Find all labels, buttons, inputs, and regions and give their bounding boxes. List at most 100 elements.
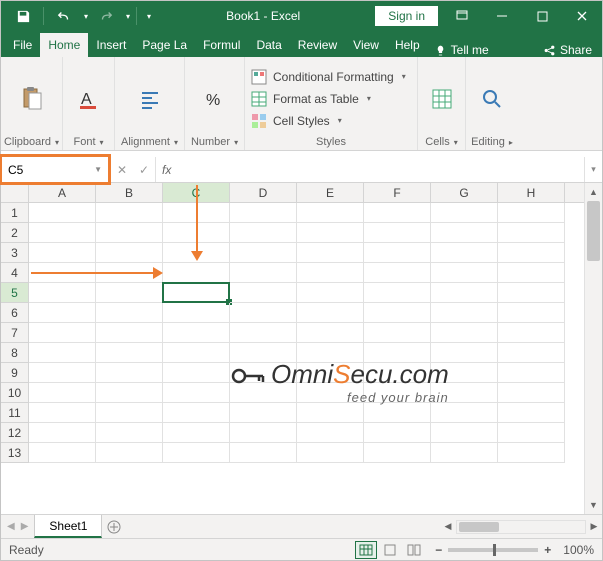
cell[interactable] bbox=[163, 283, 230, 303]
cell[interactable] bbox=[96, 403, 163, 423]
name-box-input[interactable] bbox=[8, 163, 78, 177]
cell[interactable] bbox=[498, 363, 565, 383]
row-header[interactable]: 5 bbox=[1, 283, 29, 303]
row-header[interactable]: 10 bbox=[1, 383, 29, 403]
cell[interactable] bbox=[498, 443, 565, 463]
cell[interactable] bbox=[498, 343, 565, 363]
column-header[interactable]: E bbox=[297, 183, 364, 202]
cell[interactable] bbox=[96, 323, 163, 343]
alignment-button[interactable] bbox=[133, 84, 167, 114]
cell[interactable] bbox=[364, 303, 431, 323]
cell[interactable] bbox=[29, 443, 96, 463]
number-button[interactable]: % bbox=[198, 84, 232, 114]
vertical-scrollbar[interactable]: ▲ ▼ bbox=[584, 183, 602, 514]
font-button[interactable]: A bbox=[72, 84, 106, 114]
cell[interactable] bbox=[498, 223, 565, 243]
sign-in-button[interactable]: Sign in bbox=[375, 6, 438, 26]
ribbon-options-icon[interactable] bbox=[442, 1, 482, 31]
cell[interactable] bbox=[431, 443, 498, 463]
cell[interactable] bbox=[364, 263, 431, 283]
cell[interactable] bbox=[297, 203, 364, 223]
cancel-formula-icon[interactable]: ✕ bbox=[111, 163, 133, 177]
cell[interactable] bbox=[230, 223, 297, 243]
maximize-icon[interactable] bbox=[522, 1, 562, 31]
page-layout-view-icon[interactable] bbox=[379, 541, 401, 559]
tell-me-search[interactable]: Tell me bbox=[428, 43, 495, 57]
cell[interactable] bbox=[163, 443, 230, 463]
row-header[interactable]: 8 bbox=[1, 343, 29, 363]
cell[interactable] bbox=[431, 303, 498, 323]
cell[interactable] bbox=[498, 423, 565, 443]
minimize-icon[interactable] bbox=[482, 1, 522, 31]
cell[interactable] bbox=[364, 423, 431, 443]
row-header[interactable]: 1 bbox=[1, 203, 29, 223]
column-header[interactable]: A bbox=[29, 183, 96, 202]
scroll-down-icon[interactable]: ▼ bbox=[585, 496, 602, 514]
tab-data[interactable]: Data bbox=[248, 33, 289, 57]
paste-button[interactable] bbox=[15, 84, 49, 114]
cell[interactable] bbox=[163, 403, 230, 423]
cell[interactable] bbox=[230, 403, 297, 423]
row-header[interactable]: 2 bbox=[1, 223, 29, 243]
conditional-formatting-button[interactable]: Conditional Formatting▾ bbox=[251, 67, 406, 87]
cell[interactable] bbox=[364, 243, 431, 263]
cell[interactable] bbox=[498, 323, 565, 343]
hscroll-thumb[interactable] bbox=[459, 522, 499, 532]
tab-home[interactable]: Home bbox=[40, 33, 88, 57]
format-as-table-button[interactable]: Format as Table▾ bbox=[251, 89, 371, 109]
cell[interactable] bbox=[297, 403, 364, 423]
cell[interactable] bbox=[230, 303, 297, 323]
tab-help[interactable]: Help bbox=[387, 33, 428, 57]
cell[interactable] bbox=[431, 403, 498, 423]
cell[interactable] bbox=[230, 243, 297, 263]
column-header[interactable]: H bbox=[498, 183, 565, 202]
select-all-corner[interactable] bbox=[1, 183, 29, 202]
cell[interactable] bbox=[29, 343, 96, 363]
cell[interactable] bbox=[431, 423, 498, 443]
redo-icon[interactable] bbox=[92, 2, 120, 30]
cell[interactable] bbox=[163, 303, 230, 323]
zoom-in-button[interactable]: + bbox=[544, 543, 551, 557]
cell[interactable] bbox=[96, 223, 163, 243]
row-header[interactable]: 6 bbox=[1, 303, 29, 323]
tab-view[interactable]: View bbox=[345, 33, 387, 57]
cell[interactable] bbox=[29, 303, 96, 323]
cell[interactable] bbox=[29, 203, 96, 223]
cell[interactable] bbox=[364, 403, 431, 423]
cell[interactable] bbox=[230, 203, 297, 223]
hscroll-right-icon[interactable]: ▶ bbox=[586, 518, 602, 536]
tab-page-layout[interactable]: Page La bbox=[134, 33, 195, 57]
cell[interactable] bbox=[96, 243, 163, 263]
row-header[interactable]: 7 bbox=[1, 323, 29, 343]
cell[interactable] bbox=[230, 443, 297, 463]
cell[interactable] bbox=[297, 223, 364, 243]
cell[interactable] bbox=[364, 323, 431, 343]
fx-label[interactable]: fx bbox=[156, 157, 177, 182]
cell[interactable] bbox=[29, 283, 96, 303]
cell[interactable] bbox=[431, 323, 498, 343]
scroll-up-icon[interactable]: ▲ bbox=[585, 183, 602, 201]
cell[interactable] bbox=[297, 283, 364, 303]
cell[interactable] bbox=[163, 343, 230, 363]
cell[interactable] bbox=[498, 383, 565, 403]
cell[interactable] bbox=[297, 423, 364, 443]
row-header[interactable]: 9 bbox=[1, 363, 29, 383]
zoom-slider[interactable] bbox=[448, 548, 538, 552]
cell[interactable] bbox=[364, 443, 431, 463]
cell[interactable] bbox=[297, 263, 364, 283]
cell[interactable] bbox=[163, 263, 230, 283]
cell[interactable] bbox=[498, 203, 565, 223]
scrollbar-thumb[interactable] bbox=[587, 201, 600, 261]
column-header[interactable]: B bbox=[96, 183, 163, 202]
sheet-nav-prev-icon[interactable]: ◀ bbox=[7, 521, 15, 532]
horizontal-scrollbar[interactable] bbox=[456, 520, 586, 534]
formula-input[interactable] bbox=[177, 157, 584, 182]
cells-button[interactable] bbox=[425, 84, 459, 114]
cell[interactable] bbox=[498, 283, 565, 303]
normal-view-icon[interactable] bbox=[355, 541, 377, 559]
column-header[interactable]: G bbox=[431, 183, 498, 202]
cell[interactable] bbox=[29, 323, 96, 343]
sheet-tab-sheet1[interactable]: Sheet1 bbox=[34, 515, 102, 538]
cell[interactable] bbox=[29, 363, 96, 383]
cell[interactable] bbox=[96, 343, 163, 363]
